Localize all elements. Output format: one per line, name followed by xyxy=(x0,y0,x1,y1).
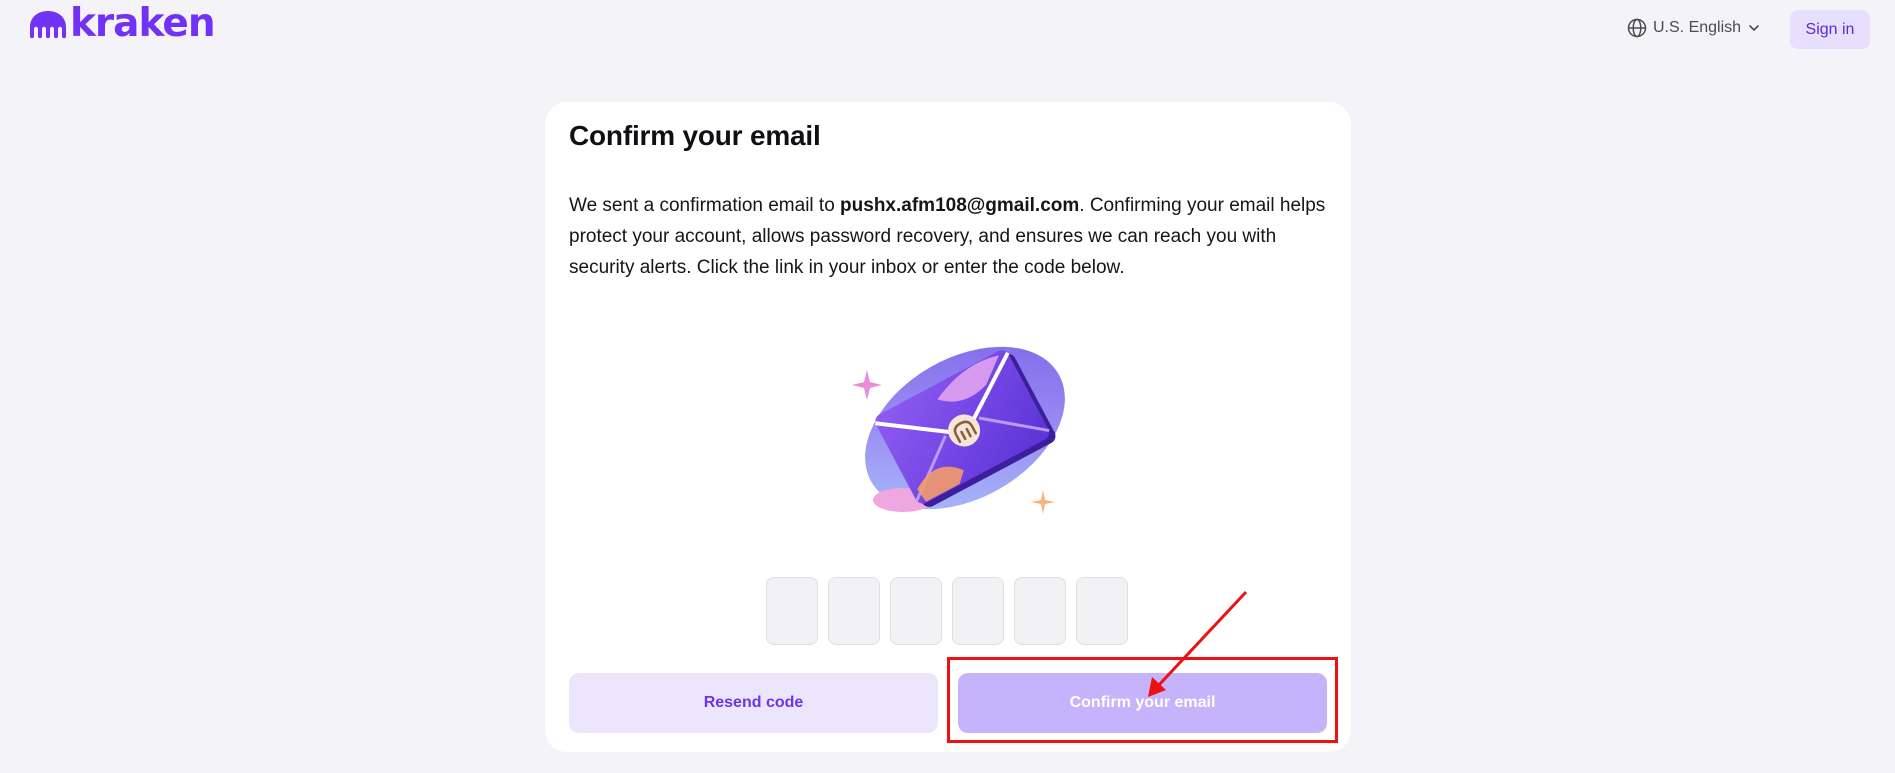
code-digit-3[interactable] xyxy=(890,577,942,645)
resend-code-button[interactable]: Resend code xyxy=(569,673,938,733)
globe-icon xyxy=(1627,18,1647,38)
language-selector[interactable]: U.S. English xyxy=(1627,18,1761,38)
envelope-illustration xyxy=(852,346,1065,514)
code-digit-6[interactable] xyxy=(1076,577,1128,645)
confirmation-description: We sent a confirmation email to pushx.af… xyxy=(569,190,1329,283)
code-digit-4[interactable] xyxy=(952,577,1004,645)
annotation-highlight-box xyxy=(947,657,1338,743)
email-address: pushx.afm108@gmail.com xyxy=(840,195,1080,216)
verification-code-input xyxy=(766,577,1128,645)
page: kraken U.S. English Sign in Confirm your… xyxy=(0,0,1895,773)
chevron-down-icon xyxy=(1749,25,1759,32)
sign-in-button[interactable]: Sign in xyxy=(1790,10,1870,49)
page-title: Confirm your email xyxy=(569,120,821,151)
language-label: U.S. English xyxy=(1653,19,1742,36)
kraken-logo[interactable]: kraken xyxy=(28,4,216,44)
code-digit-2[interactable] xyxy=(828,577,880,645)
kraken-logo-icon xyxy=(30,11,66,39)
code-digit-5[interactable] xyxy=(1014,577,1066,645)
confirm-email-card: Confirm your email We sent a confirmatio… xyxy=(545,102,1351,752)
description-prefix: We sent a confirmation email to xyxy=(569,195,841,216)
logo-text: kraken xyxy=(70,1,216,46)
code-digit-1[interactable] xyxy=(766,577,818,645)
